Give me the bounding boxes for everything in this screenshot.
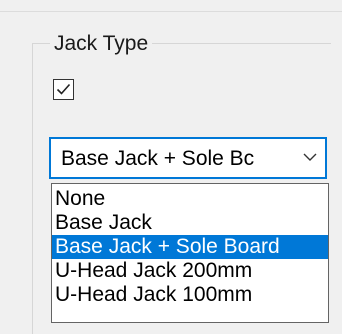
- group-title: Jack Type: [50, 32, 153, 56]
- option-u-head-jack-100mm[interactable]: U-Head Jack 100mm: [52, 283, 328, 307]
- option-none[interactable]: None: [52, 187, 328, 211]
- option-base-jack[interactable]: Base Jack: [52, 211, 328, 235]
- jack-type-checkbox[interactable]: [53, 79, 74, 100]
- combo-selected-value: Base Jack + Sole Bc: [61, 147, 255, 170]
- chevron-down-icon[interactable]: [303, 152, 317, 162]
- top-divider: [0, 0, 342, 12]
- combo-dropdown-list: None Base Jack Base Jack + Sole Board U-…: [51, 183, 329, 323]
- option-base-jack-sole-board[interactable]: Base Jack + Sole Board: [52, 235, 328, 259]
- checkmark-icon: [56, 83, 71, 95]
- jack-type-combobox[interactable]: Base Jack + Sole Bc: [49, 137, 327, 179]
- option-u-head-jack-200mm[interactable]: U-Head Jack 200mm: [52, 259, 328, 283]
